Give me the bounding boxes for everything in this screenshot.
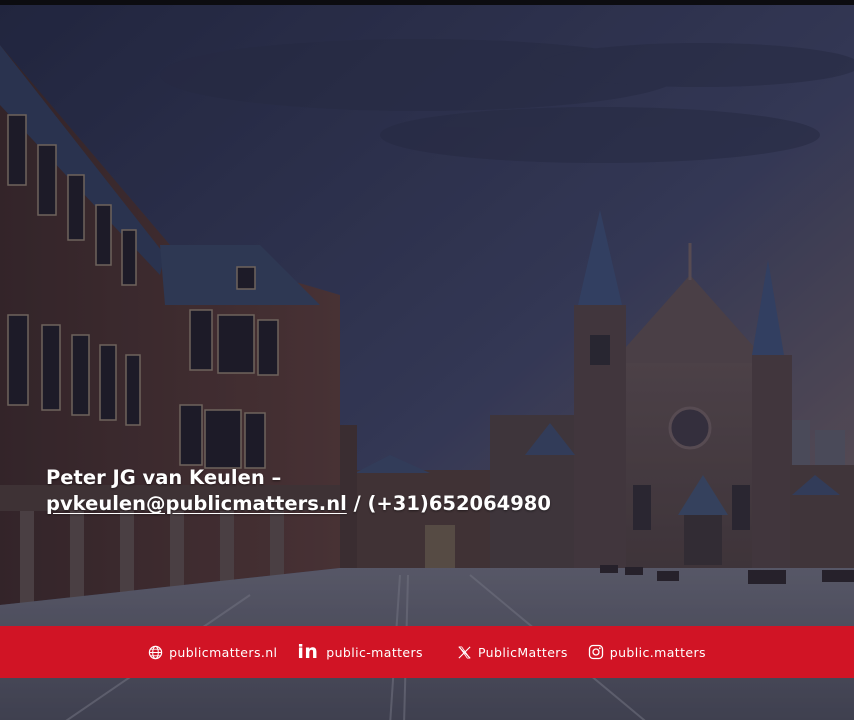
footer-item-x[interactable]: PublicMatters <box>457 645 568 660</box>
phone-number: (+31)652064980 <box>367 492 551 515</box>
globe-icon <box>148 645 163 659</box>
instagram-link[interactable]: public.matters <box>610 645 706 660</box>
footer-item-linkedin[interactable]: in public-matters <box>297 640 423 663</box>
background-photo <box>0 5 854 720</box>
instagram-icon <box>588 644 603 660</box>
email-link[interactable]: pvkeulen@publicmatters.nl <box>46 492 347 515</box>
slide-frame: Peter JG van Keulen – pvkeulen@publicmat… <box>0 0 854 720</box>
contact-separator: / <box>353 492 361 515</box>
footer-item-instagram[interactable]: public.matters <box>588 644 706 660</box>
website-link[interactable]: publicmatters.nl <box>169 645 277 660</box>
x-logo-icon <box>458 645 471 659</box>
x-link[interactable]: PublicMatters <box>478 645 568 660</box>
footer-bar: publicmatters.nl in public-matters Publi… <box>0 626 854 678</box>
contact-line: pvkeulen@publicmatters.nl / (+31)6520649… <box>46 491 746 517</box>
contact-name: Peter JG van Keulen – <box>46 466 282 489</box>
linkedin-link[interactable]: public-matters <box>326 645 423 660</box>
contact-block: Peter JG van Keulen – pvkeulen@publicmat… <box>46 465 746 517</box>
footer-item-website[interactable]: publicmatters.nl <box>148 645 277 660</box>
linkedin-icon: in <box>297 640 319 663</box>
